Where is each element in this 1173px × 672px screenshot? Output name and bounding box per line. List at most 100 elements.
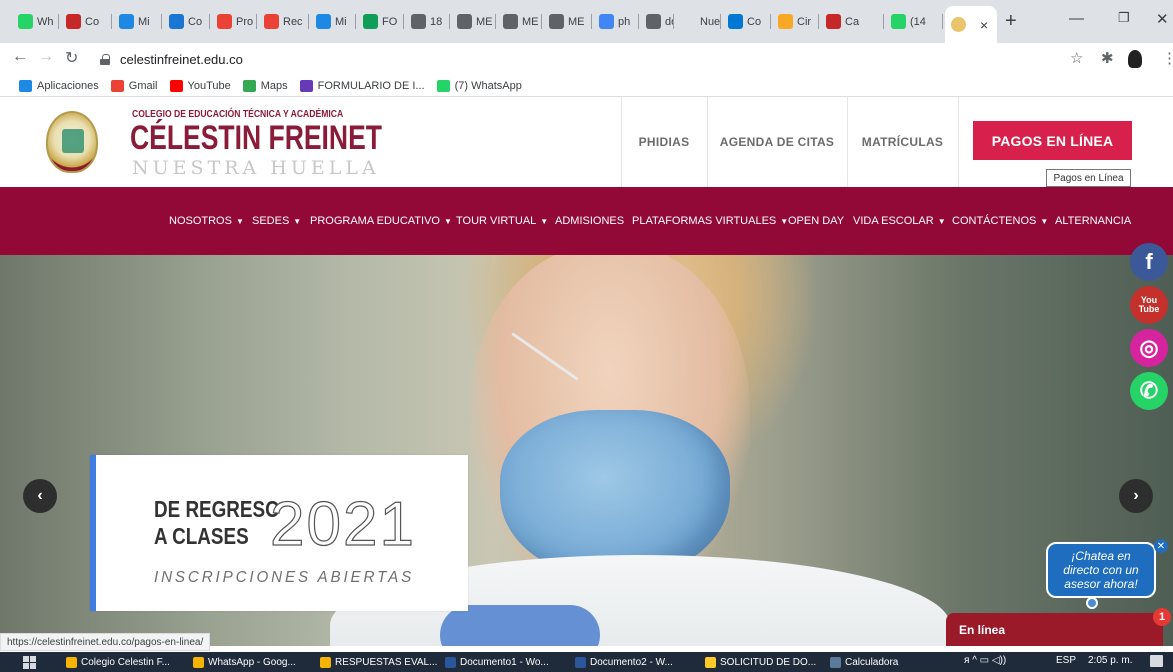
facebook-icon[interactable]: f xyxy=(1130,243,1168,281)
url-text: celestinfreinet.edu.co xyxy=(120,51,243,67)
browser-tab[interactable]: Cir xyxy=(772,6,819,37)
bookmark-item[interactable]: Aplicaciones xyxy=(19,79,99,92)
tab-separator xyxy=(720,14,721,29)
browser-tab[interactable]: do xyxy=(640,6,674,37)
browser-tab[interactable]: Pro xyxy=(211,6,257,37)
extensions-icon[interactable]: ✱ xyxy=(1101,49,1114,67)
tab-separator xyxy=(495,14,496,29)
tab-favicon-icon xyxy=(728,14,743,29)
taskbar-item[interactable]: Documento2 - W... xyxy=(575,655,673,669)
school-name[interactable]: CÉLESTIN FREINET xyxy=(130,119,382,157)
browser-tab[interactable]: ME xyxy=(451,6,496,37)
browser-tab[interactable]: ph xyxy=(593,6,639,37)
whatsapp-icon[interactable]: ✆ xyxy=(1130,372,1168,410)
youtube-icon[interactable]: You Tube xyxy=(1130,286,1168,324)
bookmark-item[interactable]: YouTube xyxy=(169,79,231,92)
notifications-icon[interactable] xyxy=(1150,655,1163,667)
browser-tab[interactable]: Co xyxy=(722,6,771,37)
browser-tab[interactable]: ME xyxy=(497,6,542,37)
bookmark-item[interactable]: FORMULARIO DE I... xyxy=(299,79,425,92)
nav-item[interactable]: VIDA ESCOLAR ▼ xyxy=(853,215,946,227)
header-link-phidias[interactable]: PHIDIAS xyxy=(621,97,707,187)
hero-line2: A CLASES xyxy=(154,523,249,549)
slider-next-button[interactable]: › xyxy=(1119,479,1153,513)
tray-clock[interactable]: 2:05 p. m. xyxy=(1088,655,1132,666)
tab-label: FO xyxy=(382,15,398,28)
taskbar-app-icon xyxy=(66,656,77,668)
browser-tab[interactable]: Mi xyxy=(310,6,356,37)
browser-tab[interactable]: Mi xyxy=(113,6,162,37)
address-bar[interactable]: celestinfreinet.edu.co xyxy=(100,47,1100,71)
taskbar-item[interactable]: SOLICITUD DE DO... xyxy=(705,655,816,669)
nav-item[interactable]: ALTERNANCIA xyxy=(1055,215,1131,227)
taskbar-item-label: Documento1 - Wo... xyxy=(460,656,549,668)
restore-button[interactable]: ❐ xyxy=(1118,10,1130,26)
taskbar-app-icon xyxy=(830,656,841,668)
school-crest-logo[interactable] xyxy=(46,111,98,173)
slider-prev-button[interactable]: ‹ xyxy=(23,479,57,513)
reload-icon[interactable]: ↻ xyxy=(65,48,78,68)
tab-favicon-icon xyxy=(457,14,472,29)
profile-avatar[interactable] xyxy=(1128,50,1142,68)
bookmark-label: FORMULARIO DE I... xyxy=(317,79,425,92)
bookmark-item[interactable]: Gmail xyxy=(110,79,158,92)
tray-people-icon[interactable]: ᴙ ^ ▭ ◁)) xyxy=(964,655,1006,666)
tray-language[interactable]: ESP xyxy=(1056,655,1076,666)
browser-tab[interactable]: (14 xyxy=(885,6,943,37)
nav-item[interactable]: PROGRAMA EDUCATIVO ▼ xyxy=(310,215,452,227)
minimize-button[interactable]: — xyxy=(1069,10,1084,27)
chat-online-bar[interactable]: En línea xyxy=(946,613,1163,646)
bookmark-label: Maps xyxy=(260,79,288,92)
start-icon[interactable] xyxy=(23,656,36,669)
bookmark-item[interactable]: (7) WhatsApp xyxy=(436,79,522,92)
active-tab[interactable]: × xyxy=(945,6,997,43)
tab-label: Rec xyxy=(283,15,303,28)
nav-item[interactable]: TOUR VIRTUAL ▼ xyxy=(456,215,548,227)
nav-item[interactable]: OPEN DAY xyxy=(788,215,844,227)
nav-item[interactable]: NOSOTROS ▼ xyxy=(169,215,244,227)
nav-item[interactable]: ADMISIONES xyxy=(555,215,624,227)
pay-online-button[interactable]: PAGOS EN LÍNEA xyxy=(973,121,1132,160)
taskbar-item[interactable]: Calculadora xyxy=(830,655,898,669)
browser-tab[interactable]: Nueva xyxy=(675,6,721,37)
tab-separator xyxy=(58,14,59,29)
browser-tab[interactable]: ME xyxy=(543,6,592,37)
browser-tab[interactable]: Wh xyxy=(12,6,59,37)
header-link-agenda[interactable]: AGENDA DE CITAS xyxy=(707,97,847,187)
bookmark-star-icon[interactable]: ☆ xyxy=(1070,49,1083,67)
instagram-icon[interactable]: ◎ xyxy=(1130,329,1168,367)
taskbar-item[interactable]: Documento1 - Wo... xyxy=(445,655,549,669)
chat-invite-bubble[interactable]: ¡Chatea en directo con un asesor ahora! xyxy=(1046,542,1156,598)
browser-tab[interactable]: 18 xyxy=(405,6,450,37)
bookmark-icon xyxy=(110,79,124,92)
browser-tab[interactable]: Co xyxy=(60,6,112,37)
taskbar-app-icon xyxy=(705,656,716,668)
taskbar-item[interactable]: WhatsApp - Goog... xyxy=(193,655,296,669)
browser-tab[interactable]: Ca xyxy=(820,6,884,37)
forward-arrow-icon[interactable]: → xyxy=(38,48,54,66)
header-link-matriculas[interactable]: MATRÍCULAS xyxy=(847,97,958,187)
browser-tab[interactable]: Co xyxy=(163,6,210,37)
new-tab-button[interactable]: + xyxy=(1005,10,1017,33)
tab-favicon-icon xyxy=(778,14,793,29)
tab-separator xyxy=(209,14,210,29)
header-divider xyxy=(958,97,959,187)
bookmarks-bar: Aplicaciones Gmail YouTube Maps FORMULARIO D… xyxy=(0,75,1173,97)
close-window-button[interactable]: ✕ xyxy=(1156,10,1169,28)
nav-item[interactable]: SEDES ▼ xyxy=(252,215,301,227)
tab-close-icon[interactable]: × xyxy=(980,17,988,33)
nav-item[interactable]: CONTÁCTENOS ▼ xyxy=(952,215,1048,227)
taskbar-item[interactable]: RESPUESTAS EVAL... xyxy=(320,655,437,669)
hero-subtitle: INSCRIPCIONES ABIERTAS xyxy=(154,569,415,586)
tab-separator xyxy=(111,14,112,29)
browser-tab[interactable]: Rec xyxy=(258,6,309,37)
browser-tab[interactable]: FO xyxy=(357,6,404,37)
nav-item[interactable]: PLATAFORMAS VIRTUALES ▼ xyxy=(632,215,788,227)
menu-dots-icon[interactable]: ⋮ xyxy=(1162,49,1173,67)
bookmark-item[interactable]: Maps xyxy=(242,79,288,92)
back-arrow-icon[interactable]: ← xyxy=(12,48,28,66)
chat-close-icon[interactable]: ✕ xyxy=(1154,539,1168,553)
tab-favicon-icon xyxy=(66,14,81,29)
taskbar-item[interactable]: Colegio Celestin F... xyxy=(66,655,170,669)
hero-banner-card: DE REGRESO A CLASES 2021 INSCRIPCIONES A… xyxy=(90,455,468,611)
